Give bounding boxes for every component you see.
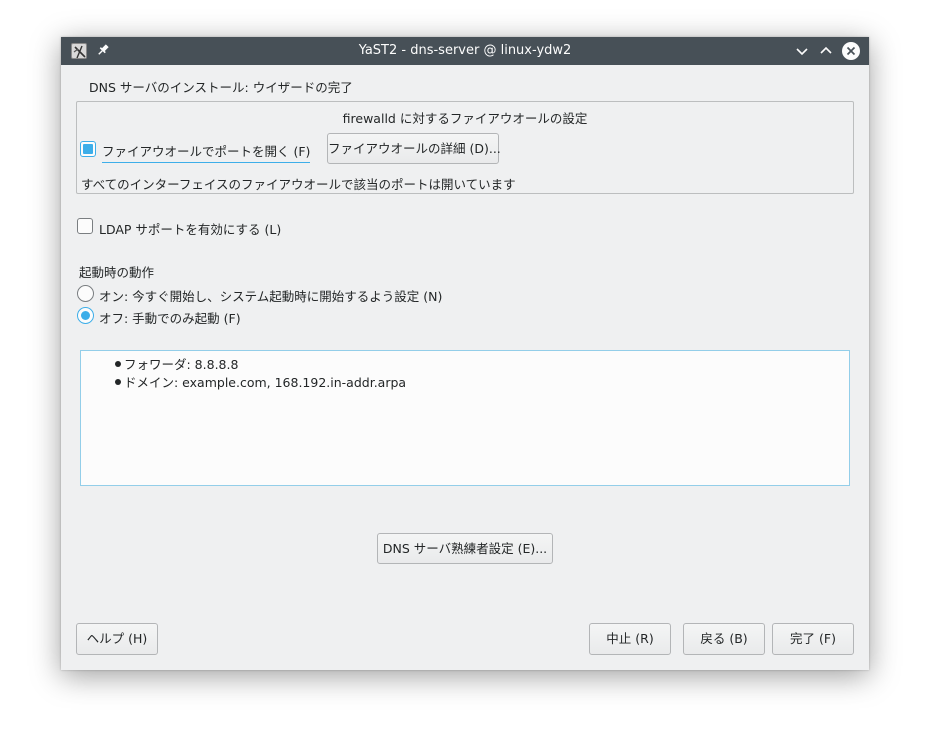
back-button[interactable]: 戻る (B) [683, 623, 765, 655]
finish-button[interactable]: 完了 (F) [772, 623, 854, 655]
startup-off-radio[interactable] [77, 307, 94, 324]
yast-dialog-window: YaST2 - dns-server @ linux-ydw2 DNS サーバの… [61, 37, 869, 670]
close-icon[interactable] [841, 41, 861, 61]
summary-item-text: フォワーダ: 8.8.8.8 [124, 357, 239, 372]
firewall-status-text: すべてのインターフェイスのファイアウオールで該当のポートは開いています [81, 177, 516, 192]
summary-item-text: ドメイン: example.com, 168.192.in-addr.arpa [124, 375, 407, 390]
abort-button[interactable]: 中止 (R) [589, 623, 671, 655]
open-port-checkbox-row[interactable]: ファイアウオールでポートを開く (F) [80, 140, 311, 163]
firewall-details-button[interactable]: ファイアウオールの詳細 (D)... [327, 133, 501, 164]
title-bar[interactable]: YaST2 - dns-server @ linux-ydw2 [61, 37, 869, 65]
firewall-group-title: firewalld に対するファイアウオールの設定 [342, 111, 588, 126]
startup-on-label[interactable]: オン: 今すぐ開始し、システム起動時に開始するよう設定 (N) [99, 286, 442, 305]
ldap-support-checkbox-row[interactable]: LDAP サポートを有効にする (L) [77, 217, 377, 237]
startup-option-off[interactable]: オフ: 手動でのみ起動 (F) [77, 307, 477, 327]
bullet-icon [115, 379, 121, 385]
summary-item-forwarder: フォワーダ: 8.8.8.8 [115, 356, 406, 374]
summary-list: フォワーダ: 8.8.8.8 ドメイン: example.com, 168.19… [115, 356, 406, 392]
window-title: YaST2 - dns-server @ linux-ydw2 [358, 43, 572, 58]
open-port-checkbox[interactable] [80, 141, 96, 157]
summary-box[interactable]: フォワーダ: 8.8.8.8 ドメイン: example.com, 168.19… [80, 350, 850, 486]
startup-behavior-label: 起動時の動作 [79, 265, 155, 280]
startup-on-radio[interactable] [77, 285, 94, 302]
minimize-icon[interactable] [792, 41, 812, 61]
open-port-label[interactable]: ファイアウオールでポートを開く (F) [102, 141, 311, 163]
ldap-support-checkbox[interactable] [77, 218, 93, 234]
bullet-icon [115, 361, 121, 367]
maximize-icon[interactable] [816, 41, 836, 61]
startup-option-on[interactable]: オン: 今すぐ開始し、システム起動時に開始するよう設定 (N) [77, 285, 477, 305]
help-button[interactable]: ヘルプ (H) [76, 623, 158, 655]
startup-off-label[interactable]: オフ: 手動でのみ起動 (F) [99, 308, 241, 327]
expert-settings-button[interactable]: DNS サーバ熟練者設定 (E)... [377, 533, 553, 564]
summary-item-domain: ドメイン: example.com, 168.192.in-addr.arpa [115, 374, 406, 392]
wizard-heading: DNS サーバのインストール: ウイザードの完了 [89, 80, 353, 95]
ldap-support-label[interactable]: LDAP サポートを有効にする (L) [99, 219, 281, 238]
firewall-settings-group: firewalld に対するファイアウオールの設定 ファイアウオールでポートを開… [76, 101, 854, 194]
